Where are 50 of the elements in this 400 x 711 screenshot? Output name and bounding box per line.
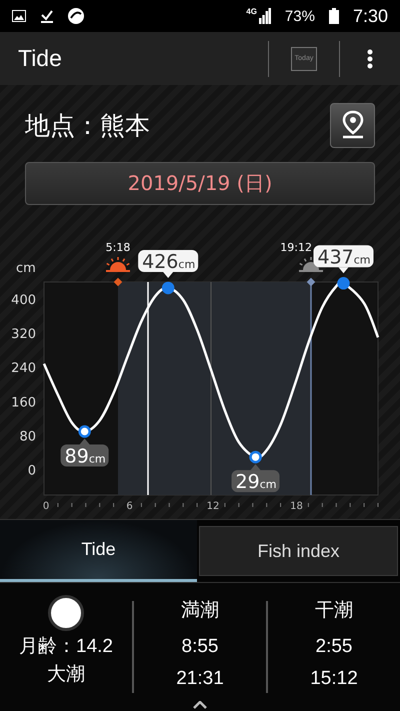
axis-unit: cm xyxy=(16,261,36,276)
more-icon xyxy=(367,48,373,68)
sunrise-icon xyxy=(106,257,130,272)
moon-age: 月齢：14.2 xyxy=(19,635,113,659)
y-tick-label: 400 xyxy=(11,293,36,308)
annotation: 89cm xyxy=(64,446,106,468)
marker-icon xyxy=(306,278,316,286)
chevron-up-icon[interactable] xyxy=(193,701,207,709)
download-check-icon xyxy=(40,9,54,23)
tide-time: 15:12 xyxy=(310,667,358,691)
signal-icon xyxy=(258,8,271,24)
clock: 7:30 xyxy=(352,6,388,26)
tide-heading: 満潮 xyxy=(181,599,219,623)
full-moon-icon xyxy=(48,595,84,631)
date-button[interactable]: 2019/5/19 (日) xyxy=(25,162,375,205)
marker-icon xyxy=(114,278,122,286)
annotation: 437cm xyxy=(317,246,371,268)
y-tick-label: 160 xyxy=(11,395,36,410)
tide-time: 21:31 xyxy=(176,667,224,691)
x-tick-label: 6 xyxy=(126,501,133,512)
annotation: 426cm xyxy=(142,250,196,273)
network-type: 4G xyxy=(246,7,257,16)
tide-time: 2:55 xyxy=(316,635,352,659)
image-icon xyxy=(12,10,26,22)
x-tick-label: 0 xyxy=(42,501,50,512)
tide-heading: 干潮 xyxy=(315,599,353,623)
sunrise-time: 5:18 xyxy=(106,241,130,254)
tide-type: 大潮 xyxy=(47,663,85,687)
app-title: Tide xyxy=(18,45,62,72)
tide-point xyxy=(162,282,174,294)
battery-percent: 73% xyxy=(284,8,315,24)
tide-point xyxy=(337,277,350,290)
y-tick-label: 80 xyxy=(19,429,36,444)
map-pin-icon xyxy=(340,110,364,140)
location-label: 地点：熊本 xyxy=(25,110,151,142)
y-tick-label: 240 xyxy=(11,361,36,376)
x-tick-label: 18 xyxy=(290,501,303,512)
tide-time: 8:55 xyxy=(182,635,218,659)
x-tick-label: 12 xyxy=(206,501,220,512)
y-tick-label: 320 xyxy=(11,327,36,342)
globe-icon xyxy=(68,8,84,24)
tide-point xyxy=(78,425,91,438)
tab[interactable]: Fish index xyxy=(199,526,398,576)
battery-icon xyxy=(328,8,339,24)
map-pin-button[interactable] xyxy=(330,102,375,148)
y-tick-label: 0 xyxy=(28,463,36,478)
tide-point xyxy=(249,450,262,464)
annotation: 29cm xyxy=(236,471,276,494)
tab[interactable]: Tide xyxy=(0,520,197,582)
sunset-time: 19:12 xyxy=(280,241,312,254)
